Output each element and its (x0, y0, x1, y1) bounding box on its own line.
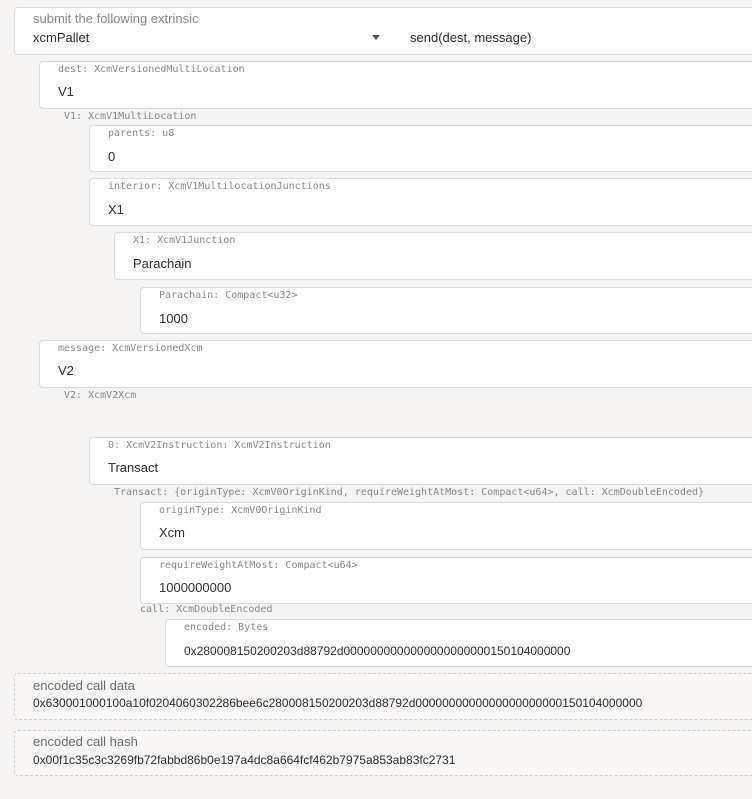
chevron-down-icon (372, 35, 380, 40)
call-value: send(dest, message) (410, 30, 532, 45)
pallet-value: xcmPallet (33, 30, 90, 45)
message-label: message: XcmVersionedXcm (58, 343, 203, 354)
x1-value: Parachain (133, 256, 192, 271)
x1-label: X1: XcmV1Junction (133, 235, 236, 246)
v1-label: V1: XcmV1MultiLocation (64, 111, 197, 122)
parachain-label: Parachain: Compact<u32> (159, 290, 298, 301)
parents-value: 0 (108, 149, 116, 164)
dest-value: V1 (58, 84, 74, 99)
interior-label: interior: XcmV1MultilocationJunctions (108, 181, 331, 192)
call-label: call: XcmDoubleEncoded (140, 604, 273, 615)
extrinsic-label: submit the following extrinsic (33, 11, 199, 26)
origin-type-value: Xcm (159, 525, 185, 540)
message-value: V2 (58, 363, 74, 378)
instruction-label: 0: XcmV2Instruction: XcmV2Instruction (108, 440, 331, 451)
encoded-call-hash-value: 0x00f1c35c3c3269fb72fabbd86b0e197a4dc8a6… (33, 753, 456, 767)
weight-value: 1000000000 (159, 580, 232, 595)
encoded-call-hash-label: encoded call hash (33, 734, 138, 749)
encoded-value: 0x280008150200203d88792d0000000000000000… (184, 644, 571, 658)
instruction-value: Transact (108, 460, 159, 475)
dest-label: dest: XcmVersionedMultiLocation (58, 64, 245, 75)
encoded-call-data-value: 0x630001000100a10f0204060302286bee6c2800… (33, 696, 643, 710)
pallet-dropdown[interactable]: xcmPallet (15, 26, 390, 52)
weight-label: requireWeightAtMost: Compact<u64> (159, 560, 358, 571)
v2-label: V2: XcmV2Xcm (64, 390, 137, 401)
transact-label: Transact: {originType: XcmV0OriginKind, … (114, 487, 705, 498)
encoded-call-data-label: encoded call data (33, 678, 135, 693)
origin-type-label: originType: XcmV0OriginKind (159, 505, 322, 516)
interior-value: X1 (108, 202, 124, 217)
parents-label: parents: u8 (108, 128, 175, 139)
parents-field[interactable] (89, 125, 752, 172)
parachain-value: 1000 (159, 311, 188, 326)
encoded-label: encoded: Bytes (184, 622, 269, 633)
call-dropdown[interactable]: send(dest, message) (398, 26, 752, 52)
